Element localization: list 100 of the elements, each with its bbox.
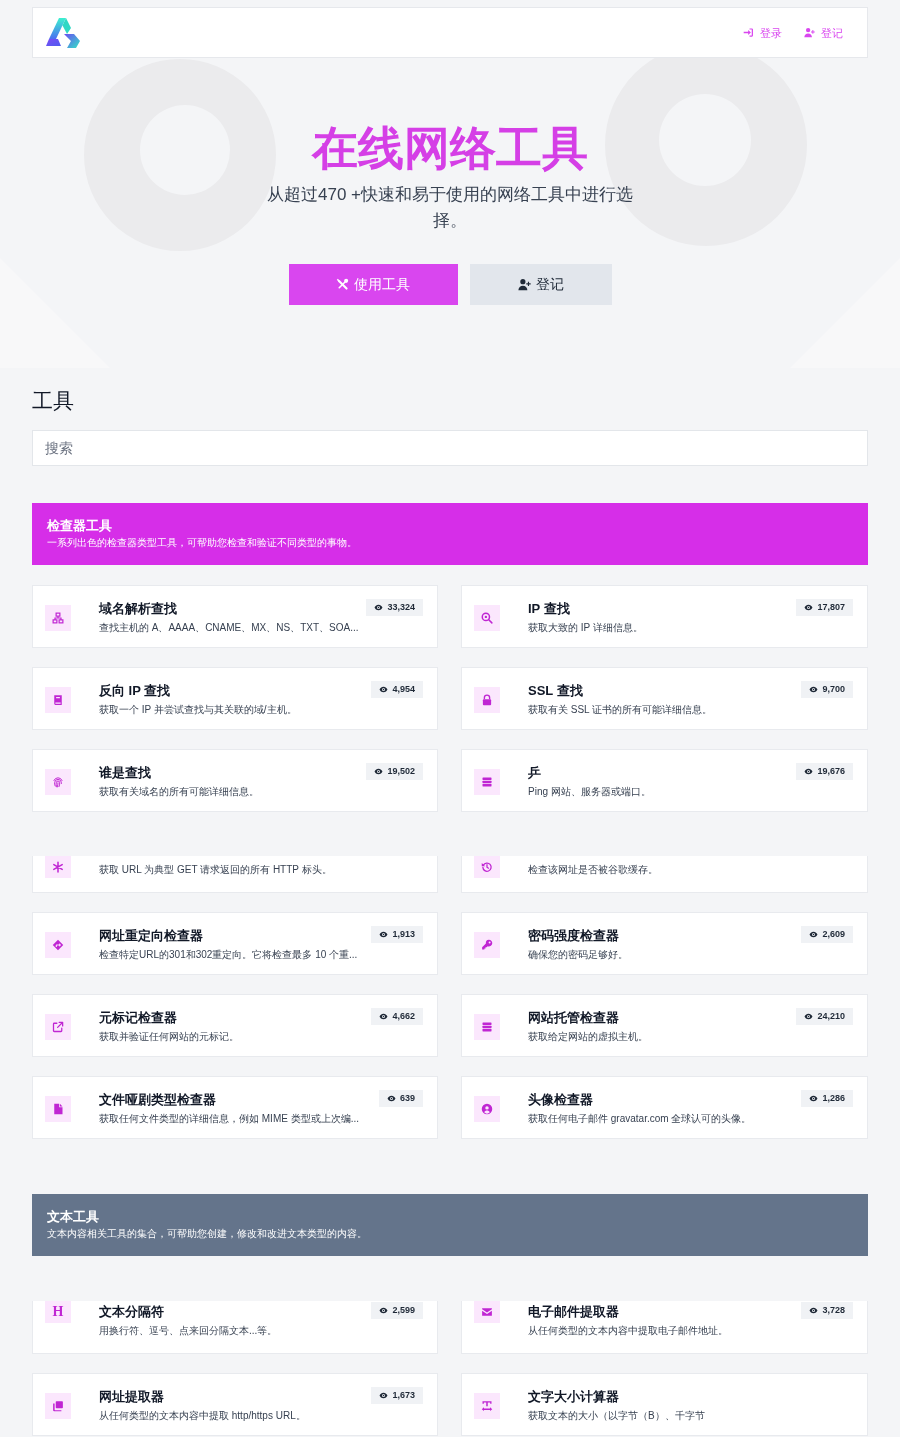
- tool-card[interactable]: 获取 URL 为典型 GET 请求返回的所有 HTTP 标头。: [32, 856, 438, 893]
- tool-title: 元标记检查器: [99, 1009, 178, 1027]
- tool-card[interactable]: IP 查找 17,807 获取大致的 IP 详细信息。: [461, 585, 868, 648]
- page-title: 在线网络工具: [312, 121, 588, 176]
- eye-icon: [809, 685, 819, 694]
- tool-title: 网址重定向检查器: [99, 927, 204, 945]
- eye-icon: [379, 930, 389, 939]
- tool-description: 获取任何文件类型的详细信息，例如 MIME 类型或上次编...: [99, 1112, 360, 1126]
- magnifier-icon: [474, 605, 500, 631]
- view-count: 1,286: [822, 1093, 845, 1104]
- tool-description: 获取并验证任何网站的元标记。: [99, 1030, 240, 1044]
- tool-title: 密码强度检查器: [528, 927, 620, 945]
- copy-icon: [45, 1393, 71, 1419]
- section-title: 文本工具: [47, 1208, 100, 1226]
- tool-card[interactable]: 文字大小计算器 获取文本的大小（以字节（B）、千字节: [461, 1373, 868, 1436]
- section-description: 文本内容相关工具的集合，可帮助您创建，修改和改进文本类型的内容。: [47, 1227, 368, 1241]
- tool-title: 域名解析查找: [99, 600, 178, 618]
- file-icon: [45, 1096, 71, 1122]
- tool-card[interactable]: 文件哑剧类型检查器 639 获取任何文件类型的详细信息，例如 MIME 类型或上次编...: [32, 1076, 438, 1139]
- eye-icon: [379, 1391, 389, 1400]
- logo[interactable]: [45, 16, 81, 49]
- eye-icon: [379, 1012, 389, 1021]
- tool-description: 检查该网址是否被谷歌缓存。: [528, 863, 659, 877]
- view-count: 4,662: [392, 1011, 415, 1022]
- tool-title: SSL 查找: [528, 682, 584, 700]
- view-count: 639: [399, 1093, 415, 1104]
- eye-icon: [809, 1306, 819, 1315]
- tool-title: 头像检查器: [528, 1091, 594, 1109]
- eye-icon: [804, 603, 814, 612]
- tool-card[interactable]: 检查该网址是否被谷歌缓存。: [461, 856, 868, 893]
- section-description: 一系列出色的检查器类型工具，可帮助您检查和验证不同类型的事物。: [47, 536, 358, 550]
- view-count: 3,728: [822, 1305, 845, 1316]
- envelope-icon: [474, 1301, 500, 1323]
- tool-card[interactable]: 网站托管检查器 24,210 获取给定网站的虚拟主机。: [461, 994, 868, 1057]
- tool-title: 网站托管检查器: [528, 1009, 620, 1027]
- tool-card[interactable]: 网址提取器 1,673 从任何类型的文本内容中提取 http/https URL。: [32, 1373, 438, 1436]
- tool-card[interactable]: 密码强度检查器 2,609 确保您的密码足够好。: [461, 912, 868, 975]
- tool-description: 检查特定URL的301和302重定向。它将检查最多 10 个重...: [99, 948, 359, 962]
- nav-link[interactable]: 登录: [743, 25, 782, 40]
- view-count: 17,807: [817, 602, 845, 613]
- eye-icon: [804, 1012, 814, 1021]
- eye-icon: [374, 603, 384, 612]
- tool-card[interactable]: 域名解析查找 33,324 查找主机的 A、AAAA、CNAME、MX、NS、TXT、SOA...: [32, 585, 438, 648]
- tool-description: 从任何类型的文本内容中提取电子邮件地址。: [528, 1324, 729, 1338]
- view-count: 1,913: [392, 929, 415, 940]
- tool-description: Ping 网站、服务器或端口。: [528, 785, 652, 799]
- sign-in-icon: [743, 27, 754, 38]
- view-count: 9,700: [822, 684, 845, 695]
- asterisk-icon: [45, 856, 71, 878]
- section-title: 检查器工具: [47, 517, 113, 535]
- tool-card[interactable]: SSL 查找 9,700 获取有关 SSL 证书的所有可能详细信息。: [461, 667, 868, 730]
- eye-icon: [809, 930, 819, 939]
- eye-icon: [374, 767, 384, 776]
- tool-description: 查找主机的 A、AAAA、CNAME、MX、NS、TXT、SOA...: [99, 621, 360, 635]
- tool-title: 文本分隔符: [99, 1303, 165, 1321]
- history-icon: [474, 856, 500, 878]
- tool-card[interactable]: H 文本分隔符 2,599 用换行符、逗号、点来回分隔文本...等。: [32, 1301, 438, 1354]
- tool-card[interactable]: 头像检查器 1,286 获取任何电子邮件 gravatar.com 全球认可的头像。: [461, 1076, 868, 1139]
- view-count: 2,599: [392, 1305, 415, 1316]
- hero-subtitle: 从超过470 +快速和易于使用的网络工具中进行选择。: [266, 184, 634, 232]
- tool-title: 文字大小计算器: [528, 1388, 620, 1406]
- eye-icon: [804, 767, 814, 776]
- user-plus-icon: [804, 27, 815, 38]
- fingerprint-icon: [45, 769, 71, 795]
- server-icon: [474, 1014, 500, 1040]
- tool-description: 获取有关 SSL 证书的所有可能详细信息。: [528, 703, 714, 717]
- search-field[interactable]: 搜索: [32, 430, 868, 466]
- external-link-icon: [45, 1014, 71, 1040]
- view-count: 2,609: [822, 929, 845, 940]
- tool-description: 获取文本的大小（以字节（B）、千字节: [528, 1409, 706, 1423]
- heading-icon: H: [45, 1301, 71, 1323]
- tool-description: 用换行符、逗号、点来回分隔文本...等。: [99, 1324, 279, 1338]
- tool-card[interactable]: 反向 IP 查找 4,954 获取一个 IP 并尝试查找与其关联的域/主机。: [32, 667, 438, 730]
- tool-description: 获取 URL 为典型 GET 请求返回的所有 HTTP 标头。: [99, 863, 333, 877]
- server-icon: [474, 769, 500, 795]
- view-count: 19,676: [817, 766, 845, 777]
- key-icon: [474, 932, 500, 958]
- tool-card[interactable]: 网址重定向检查器 1,913 检查特定URL的301和302重定向。它将检查最多 10 个重...: [32, 912, 438, 975]
- tool-title: 反向 IP 查找: [99, 682, 172, 700]
- nav-link[interactable]: 登记: [804, 25, 843, 40]
- tool-title: IP 查找: [528, 600, 571, 618]
- view-count: 24,210: [817, 1011, 845, 1022]
- register-button[interactable]: 登记: [469, 264, 612, 305]
- crossed-tools-icon: [336, 278, 349, 291]
- tool-card[interactable]: 乒 19,676 Ping 网站、服务器或端口。: [461, 749, 868, 812]
- eye-icon: [386, 1094, 396, 1103]
- tool-description: 确保您的密码足够好。: [528, 948, 629, 962]
- tool-card[interactable]: 电子邮件提取器 3,728 从任何类型的文本内容中提取电子邮件地址。: [461, 1301, 868, 1354]
- eye-icon: [809, 1094, 819, 1103]
- sitemap-icon: [45, 605, 71, 631]
- tool-description: 获取有关域名的所有可能详细信息。: [99, 785, 260, 799]
- tool-card[interactable]: 谁是查找 19,502 获取有关域名的所有可能详细信息。: [32, 749, 438, 812]
- view-count: 4,954: [392, 684, 415, 695]
- tool-description: 获取任何电子邮件 gravatar.com 全球认可的头像。: [528, 1112, 753, 1126]
- view-count: 1,673: [392, 1390, 415, 1401]
- eye-icon: [379, 685, 389, 694]
- tool-card[interactable]: 元标记检查器 4,662 获取并验证任何网站的元标记。: [32, 994, 438, 1057]
- view-count: 33,324: [387, 602, 415, 613]
- text-width-icon: [474, 1393, 500, 1419]
- view-count: 19,502: [387, 766, 415, 777]
